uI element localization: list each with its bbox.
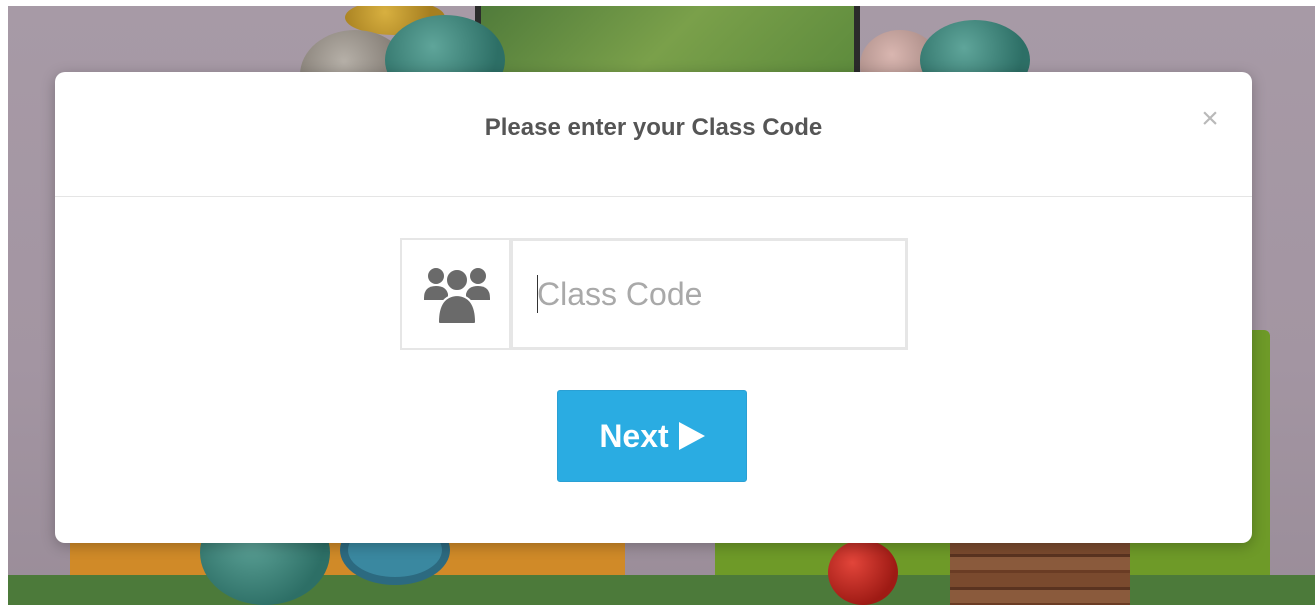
next-button[interactable]: Next [557,390,747,482]
users-group-icon [400,238,511,350]
background-apple [828,540,898,605]
class-code-input-group [400,238,908,350]
text-cursor [537,275,538,313]
class-code-modal: Please enter your Class Code × Next [55,72,1252,543]
class-code-input[interactable] [511,238,908,350]
background-books [950,540,1130,605]
next-button-label: Next [599,417,669,454]
play-triangle-icon [678,422,705,450]
page-top-edge [0,0,1315,6]
modal-title: Please enter your Class Code [484,114,823,141]
modal-header: Please enter your Class Code × [55,72,1252,197]
page-left-edge [0,0,8,605]
close-icon[interactable]: × [1195,102,1225,136]
